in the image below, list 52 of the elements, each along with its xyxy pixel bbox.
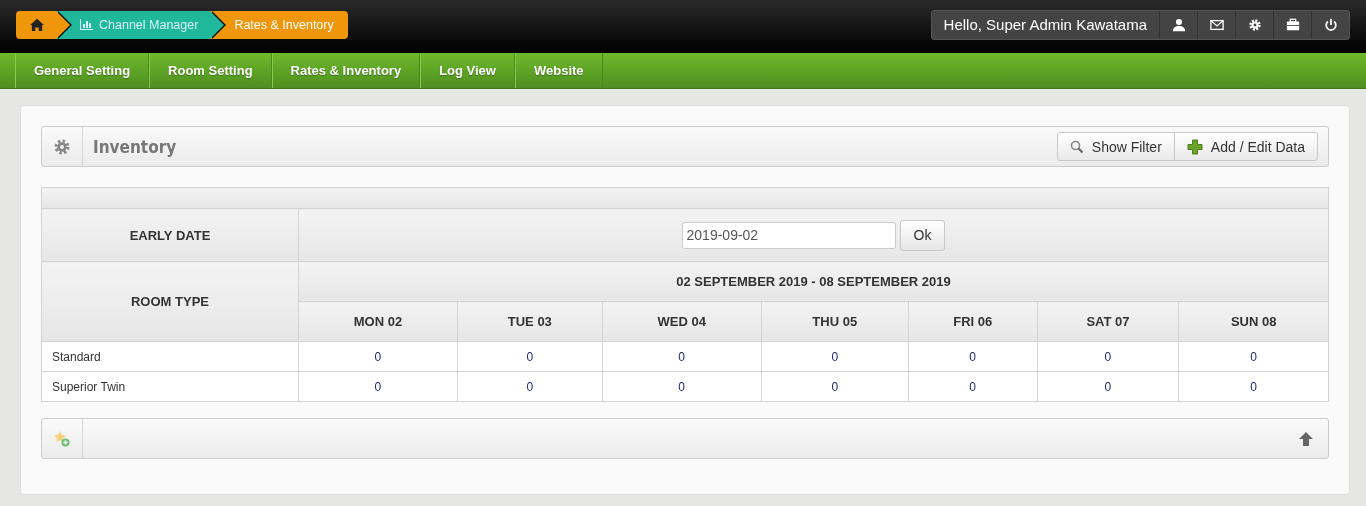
user-icon	[1171, 17, 1186, 32]
plus-icon	[1186, 138, 1203, 155]
bar-chart-icon	[80, 19, 93, 30]
table-header: SUN 08	[1178, 301, 1329, 342]
date-field[interactable]: 2019-09-02	[681, 221, 896, 249]
ok-button[interactable]: Ok	[899, 219, 946, 251]
home-icon	[30, 18, 44, 31]
table-cell: 0	[602, 371, 762, 402]
nav-tab[interactable]: Log View	[420, 53, 515, 88]
table-cell: 0	[1037, 341, 1179, 372]
table-cell: 0	[908, 341, 1038, 372]
table-cell: 0	[457, 341, 603, 372]
settings-icon	[1247, 17, 1262, 32]
table-cell: 0	[298, 371, 458, 402]
table-header: 02 SEPTEMBER 2019 - 08 SEPTEMBER 2019	[298, 261, 1329, 302]
table-cell: Superior Twin	[41, 371, 299, 402]
table-header: FRI 06	[908, 301, 1038, 342]
mail-icon	[1209, 17, 1224, 32]
table-cell: 0	[457, 371, 603, 402]
table-header: WED 04	[602, 301, 762, 342]
table-header: SAT 07	[1037, 301, 1179, 342]
breadcrumb-link[interactable]: Channel Manager	[56, 10, 211, 39]
panel-title: Inventory	[93, 136, 178, 157]
table-cell: 0	[1178, 341, 1329, 372]
power-icon	[1323, 17, 1338, 32]
table-cell: 0	[298, 341, 458, 372]
nav-tab[interactable]: Room Setting	[149, 53, 272, 88]
nav-tab[interactable]: General Setting	[15, 53, 150, 88]
settings-icon	[54, 138, 70, 155]
table-header: ROOM TYPE	[41, 261, 299, 342]
table-cell: Standard	[41, 341, 299, 372]
star-add-icon	[54, 430, 70, 447]
search-icon	[1069, 139, 1084, 154]
arrow-up-icon[interactable]	[1298, 430, 1314, 447]
table-cell: 0	[602, 341, 762, 372]
home-link[interactable]	[16, 10, 56, 39]
add-button[interactable]: Add / Edit Data	[1173, 132, 1318, 161]
table-cell: 0	[908, 371, 1038, 402]
table-cell: 0	[1178, 371, 1329, 402]
table-cell: 0	[1037, 371, 1179, 402]
table-cell: 0	[761, 371, 909, 402]
filter-button[interactable]: Show Filter	[1056, 132, 1175, 161]
table-header: EARLY DATE	[41, 208, 299, 262]
nav-tab[interactable]: Rates & Inventory	[271, 53, 421, 88]
briefcase-icon	[1285, 17, 1300, 32]
breadcrumb-link[interactable]: Rates & Inventory	[210, 10, 348, 39]
nav-tab[interactable]: Website	[514, 53, 603, 88]
table-cell: 0	[761, 341, 909, 372]
table-header: THU 05	[761, 301, 909, 342]
table-header: TUE 03	[457, 301, 603, 342]
table-header: MON 02	[298, 301, 458, 342]
greeting-text: Hello, Super Admin Kawatama	[942, 15, 1148, 35]
